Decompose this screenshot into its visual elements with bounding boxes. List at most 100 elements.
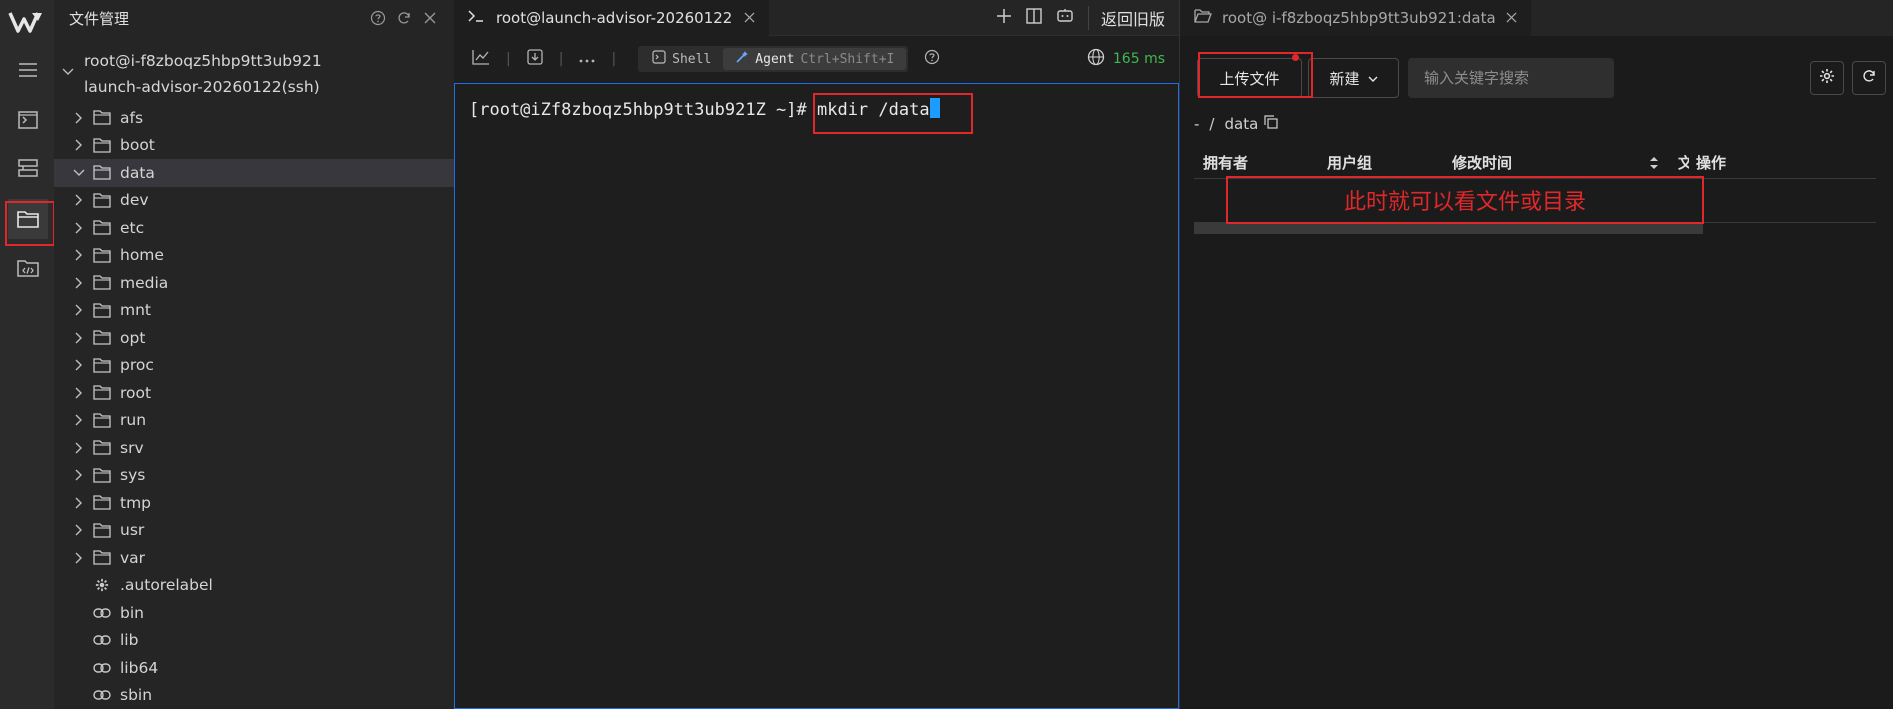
copy-icon[interactable] xyxy=(1264,115,1278,133)
chevron-right-icon[interactable] xyxy=(70,112,88,124)
chevron-right-icon[interactable] xyxy=(70,194,88,206)
chevron-right-icon[interactable] xyxy=(70,524,88,536)
tree-item-file[interactable]: .autorelabel xyxy=(54,572,454,600)
column-modified[interactable]: 修改时间 xyxy=(1452,152,1512,173)
upload-file-button[interactable]: 上传文件 xyxy=(1197,58,1302,98)
breadcrumb-separator: / xyxy=(1209,115,1215,133)
search-input[interactable] xyxy=(1408,58,1614,98)
tree-item-folder[interactable]: dev xyxy=(54,187,454,215)
mode-switch: Shell Agent Ctrl+Shift+I xyxy=(638,46,909,72)
new-dropdown-button[interactable]: 新建 xyxy=(1308,58,1399,98)
more-icon[interactable] xyxy=(579,51,595,67)
folder-icon xyxy=(92,330,112,345)
tree-item-file[interactable]: bin xyxy=(54,599,454,627)
chevron-down-icon[interactable] xyxy=(70,169,88,177)
chevron-right-icon[interactable] xyxy=(70,277,88,289)
link-icon xyxy=(92,662,112,674)
close-tab-icon[interactable] xyxy=(744,9,755,27)
folder-icon xyxy=(92,468,112,483)
code-folder-icon[interactable] xyxy=(8,248,48,288)
tree-item-folder[interactable]: home xyxy=(54,242,454,270)
folder-icon xyxy=(92,303,112,318)
column-owner[interactable]: 拥有者 xyxy=(1203,152,1248,173)
chevron-right-icon[interactable] xyxy=(70,359,88,371)
split-view-icon[interactable] xyxy=(1026,7,1042,28)
chevron-right-icon[interactable] xyxy=(70,249,88,261)
tree-item-label: afs xyxy=(120,108,144,127)
chevron-right-icon[interactable] xyxy=(70,442,88,454)
shell-mode-button[interactable]: Shell xyxy=(640,48,723,70)
terminal-output[interactable]: [root@iZf8zboqz5hbp9tt3ub921Z ~]# mkdir … xyxy=(454,83,1179,709)
help-icon[interactable] xyxy=(924,49,940,69)
chevron-right-icon[interactable] xyxy=(70,469,88,481)
file-manager-tab[interactable]: root@ i-f8zboqz5hbp9tt3ub921:data xyxy=(1180,0,1531,36)
terminal-tab[interactable]: root@launch-advisor-20260122 xyxy=(454,0,770,36)
chevron-right-icon[interactable] xyxy=(70,497,88,509)
help-icon[interactable] xyxy=(366,6,390,30)
servers-icon[interactable] xyxy=(8,148,48,188)
folder-icon xyxy=(92,110,112,125)
shell-mode-label: Shell xyxy=(672,51,712,67)
chevron-right-icon[interactable] xyxy=(70,332,88,344)
toolbar-divider: | xyxy=(558,51,564,67)
folder-icon xyxy=(92,138,112,153)
chevron-right-icon[interactable] xyxy=(70,222,88,234)
breadcrumb-current[interactable]: data xyxy=(1224,115,1258,133)
download-icon[interactable] xyxy=(527,49,543,69)
tree-item-folder[interactable]: sys xyxy=(54,462,454,490)
host-node[interactable]: root@i-f8zboqz5hbp9tt3ub921 launch-advis… xyxy=(54,36,454,104)
tree-item-folder[interactable]: run xyxy=(54,407,454,435)
latency-value: 165 ms xyxy=(1112,51,1165,67)
file-tree-header: 文件管理 xyxy=(54,0,454,36)
chevron-right-icon[interactable] xyxy=(70,552,88,564)
tree-item-folder[interactable]: usr xyxy=(54,517,454,545)
tree-item-folder[interactable]: afs xyxy=(54,104,454,132)
column-group[interactable]: 用户组 xyxy=(1327,152,1372,173)
bot-icon[interactable] xyxy=(1056,8,1074,28)
chevron-right-icon[interactable] xyxy=(70,387,88,399)
tree-item-folder[interactable]: tmp xyxy=(54,489,454,517)
tree-item-label: dev xyxy=(120,191,149,210)
tree-item-folder[interactable]: proc xyxy=(54,352,454,380)
tree-item-label: sbin xyxy=(120,686,153,705)
terminal-tab-bar: root@launch-advisor-20260122 返回旧版 xyxy=(454,0,1179,36)
tree-item-folder[interactable]: var xyxy=(54,544,454,572)
add-icon[interactable] xyxy=(996,8,1012,28)
sort-icon[interactable] xyxy=(1649,156,1659,174)
close-icon[interactable] xyxy=(418,6,442,30)
folder-icon xyxy=(92,495,112,510)
chevron-down-icon[interactable] xyxy=(62,64,74,80)
tree-item-folder[interactable]: media xyxy=(54,269,454,297)
back-to-old-version-button[interactable]: 返回旧版 xyxy=(1087,5,1165,30)
refresh-icon[interactable] xyxy=(392,6,416,30)
chart-icon[interactable] xyxy=(472,49,490,69)
refresh-button[interactable] xyxy=(1852,61,1886,95)
chevron-right-icon[interactable] xyxy=(70,304,88,316)
tree-item-folder[interactable]: srv xyxy=(54,434,454,462)
gear-icon xyxy=(92,578,112,592)
tree-item-folder[interactable]: data xyxy=(54,159,454,187)
terminal-icon[interactable] xyxy=(8,100,48,140)
tree-item-folder[interactable]: mnt xyxy=(54,297,454,325)
chevron-right-icon[interactable] xyxy=(70,139,88,151)
folder-open-icon xyxy=(1194,9,1212,27)
tree-item-folder[interactable]: opt xyxy=(54,324,454,352)
chevron-right-icon[interactable] xyxy=(70,414,88,426)
close-tab-icon[interactable] xyxy=(1506,9,1517,27)
breadcrumb-root[interactable]: - xyxy=(1194,115,1199,133)
settings-button[interactable] xyxy=(1810,61,1844,95)
tree-item-folder[interactable]: etc xyxy=(54,214,454,242)
tree-item-file[interactable]: lib64 xyxy=(54,654,454,682)
agent-mode-button[interactable]: Agent Ctrl+Shift+I xyxy=(723,48,907,70)
tree-item-file[interactable]: sbin xyxy=(54,682,454,709)
latency-indicator: 165 ms xyxy=(1087,48,1165,70)
tree-item-folder[interactable]: boot xyxy=(54,132,454,160)
tree-item-label: usr xyxy=(120,521,145,540)
terminal-prompt: [root@iZf8zboqz5hbp9tt3ub921Z ~] xyxy=(469,100,797,120)
menu-icon[interactable] xyxy=(8,50,48,90)
tree-item-label: opt xyxy=(120,328,146,347)
tree-item-folder[interactable]: root xyxy=(54,379,454,407)
file-manager-icon[interactable] xyxy=(8,199,48,239)
tree-item-file[interactable]: lib xyxy=(54,627,454,655)
gear-icon xyxy=(1819,68,1835,88)
